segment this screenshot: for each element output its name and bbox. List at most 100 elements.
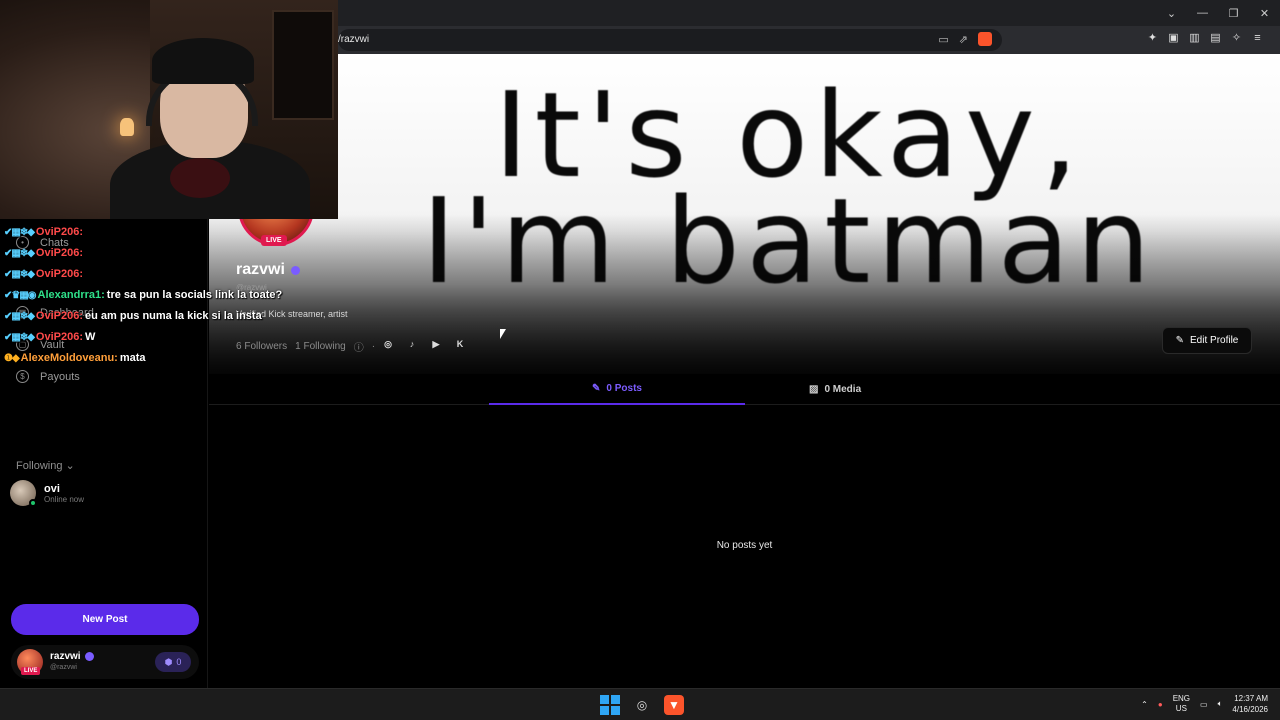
tab-posts[interactable]: ✎ 0 Posts <box>489 374 745 405</box>
pencil-icon: ✎ <box>592 383 601 394</box>
menu-icon[interactable]: ≡ <box>1251 31 1264 44</box>
tab-icon[interactable]: ▣ <box>1167 31 1180 44</box>
profile-banner: It's okay, I'm batman <box>209 54 1280 374</box>
current-user-name: razvwi <box>50 651 81 662</box>
restore-button[interactable]: ❐ <box>1218 0 1249 26</box>
webcam-shirt-print <box>170 158 230 198</box>
profile-name: razvwi <box>236 261 285 278</box>
image-icon: ▨ <box>809 384 819 395</box>
taskbar-apps: ◎ ▼ <box>600 695 684 715</box>
system-tray: ⌃ ● ENG US ▭ 🔈︎ 12:37 AM 4/16/2026 <box>1141 693 1268 715</box>
avatar <box>10 480 37 507</box>
chat-badges-icon: ✔▦❄◆ <box>4 310 35 322</box>
live-badge: LIVE <box>21 667 41 675</box>
credits-count: 0 <box>176 657 182 667</box>
tab-media-label: 0 Media <box>824 384 862 395</box>
online-indicator <box>29 499 37 507</box>
mouse-cursor-icon <box>500 329 506 339</box>
webcam-cap <box>152 38 254 84</box>
sidebar-icon[interactable]: ▥ <box>1188 31 1201 44</box>
brave-browser-icon[interactable]: ▼ <box>664 695 684 715</box>
verified-icon <box>290 265 300 275</box>
new-post-button[interactable]: New Post <box>11 604 199 635</box>
tab-search-icon[interactable]: ⌄ <box>1156 0 1187 26</box>
webcam-lamp <box>120 118 134 136</box>
leo-icon[interactable]: ✧ <box>1230 31 1243 44</box>
followers-count[interactable]: 6 Followers <box>236 341 287 352</box>
wallet-icon[interactable]: ▤ <box>1209 31 1222 44</box>
tiktok-icon[interactable]: ♪ <box>406 338 418 350</box>
pencil-icon: ✎ <box>1175 335 1185 346</box>
url-field[interactable]: /razvwi ▭ ⇗ <box>338 29 1002 51</box>
credits-badge[interactable]: ⬢ 0 <box>155 652 191 672</box>
chat-badges-icon: ✔▦❄◆ <box>4 331 35 343</box>
chat-username: OviP206: <box>35 247 83 259</box>
sidebar-item-label: Payouts <box>40 370 80 383</box>
current-user-handle: @razvwi <box>50 664 77 671</box>
current-user-name-row: razvwi <box>50 651 94 662</box>
taskbar: ◎ ▼ ⌃ ● ENG US ▭ 🔈︎ 12:37 AM 4/16/2026 <box>0 688 1280 720</box>
chat-username: OviP206: <box>35 268 83 280</box>
chat-username: OviP206: <box>35 226 83 238</box>
chat-message: ✔▦❄◆ OviP206: W <box>4 331 95 343</box>
extensions-icon[interactable]: ✦ <box>1146 31 1159 44</box>
current-user-card[interactable]: LIVE razvwi @razvwi ⬢ 0 <box>11 645 199 679</box>
chat-message: ✔▦❄◆ OviP206: <box>4 268 85 280</box>
tab-posts-label: 0 Posts <box>606 383 642 394</box>
clock-time: 12:37 AM <box>1234 694 1268 703</box>
chat-message: ✔▦❄◆ OviP206: eu am pus numa la kick si … <box>4 310 262 322</box>
live-badge: LIVE <box>261 235 287 246</box>
network-icon[interactable]: ▭ <box>1200 700 1208 709</box>
chevron-down-icon: ⌄ <box>65 460 75 472</box>
chat-username: AlexeMoldoveanu: <box>20 352 118 364</box>
close-button[interactable]: ✕ <box>1249 0 1280 26</box>
windows-start-icon[interactable] <box>600 695 620 715</box>
chat-message: ✔♛▦◉ Alexandrra1: tre sa pun la socials … <box>4 289 282 301</box>
microphone-icon[interactable]: ● <box>1158 700 1163 709</box>
tab-media[interactable]: ▨ 0 Media <box>809 374 861 405</box>
profile-stats: 6 Followers 1 Following ⓘ · <box>236 339 375 354</box>
chat-username: OviP206: <box>35 310 83 322</box>
clock-date: 4/16/2026 <box>1232 705 1268 714</box>
chat-badges-icon: ✔▦❄◆ <box>4 268 35 280</box>
following-label: Following <box>16 460 63 472</box>
chat-username: Alexandrra1: <box>37 289 105 301</box>
following-user-status: Online now <box>44 494 85 504</box>
following-user-item[interactable]: ovi Online now <box>10 480 85 507</box>
separator-dot: · <box>371 341 376 352</box>
chat-badges-icon: ❶◆ <box>4 352 20 364</box>
instagram-icon[interactable]: ◎ <box>382 338 394 350</box>
chat-badges-icon: ✔♛▦◉ <box>4 289 37 301</box>
chevron-up-icon[interactable]: ⌃ <box>1141 700 1148 709</box>
chat-text: W <box>85 331 96 343</box>
cast-icon[interactable]: ▭ <box>938 33 948 46</box>
edit-profile-button[interactable]: ✎ Edit Profile <box>1162 327 1252 354</box>
url-text[interactable]: /razvwi <box>338 34 369 45</box>
kick-icon[interactable]: K <box>454 338 466 350</box>
clock[interactable]: 12:37 AM 4/16/2026 <box>1232 693 1268 715</box>
language-indicator[interactable]: ENG US <box>1173 694 1190 714</box>
dollar-icon: $ <box>16 370 29 383</box>
info-icon[interactable]: ⓘ <box>354 339 364 354</box>
following-count[interactable]: 1 Following <box>295 341 346 352</box>
minimize-button[interactable]: — <box>1187 0 1218 26</box>
chat-text: eu am pus numa la kick si la insta <box>85 310 262 322</box>
webcam-overlay <box>0 0 338 219</box>
chat-text: tre sa pun la socials link la toate? <box>106 289 283 301</box>
following-toggle[interactable]: Following ⌄ <box>16 459 75 472</box>
youtube-icon[interactable]: ▶ <box>430 338 442 350</box>
chat-badges-icon: ✔▦❄◆ <box>4 247 35 259</box>
chat-message: ✔▦❄◆ OviP206: <box>4 247 85 259</box>
brave-shields-icon[interactable] <box>978 32 992 46</box>
lang-top: ENG <box>1172 694 1191 703</box>
hexagon-icon: ⬢ <box>164 656 173 667</box>
chat-badges-icon: ✔▦❄◆ <box>4 226 35 238</box>
profile-tabs: ✎ 0 Posts ▨ 0 Media <box>209 374 1280 405</box>
chat-username: OviP206: <box>35 331 83 343</box>
profile-name-row: razvwi <box>236 261 300 279</box>
obs-icon[interactable]: ◎ <box>632 695 652 715</box>
sidebar-item-payouts[interactable]: $ Payouts <box>16 370 80 383</box>
volume-icon[interactable]: 🔈︎ <box>1218 699 1223 709</box>
chat-message: ❶◆ AlexeMoldoveanu: mata <box>4 352 146 364</box>
share-icon[interactable]: ⇗ <box>959 33 968 46</box>
